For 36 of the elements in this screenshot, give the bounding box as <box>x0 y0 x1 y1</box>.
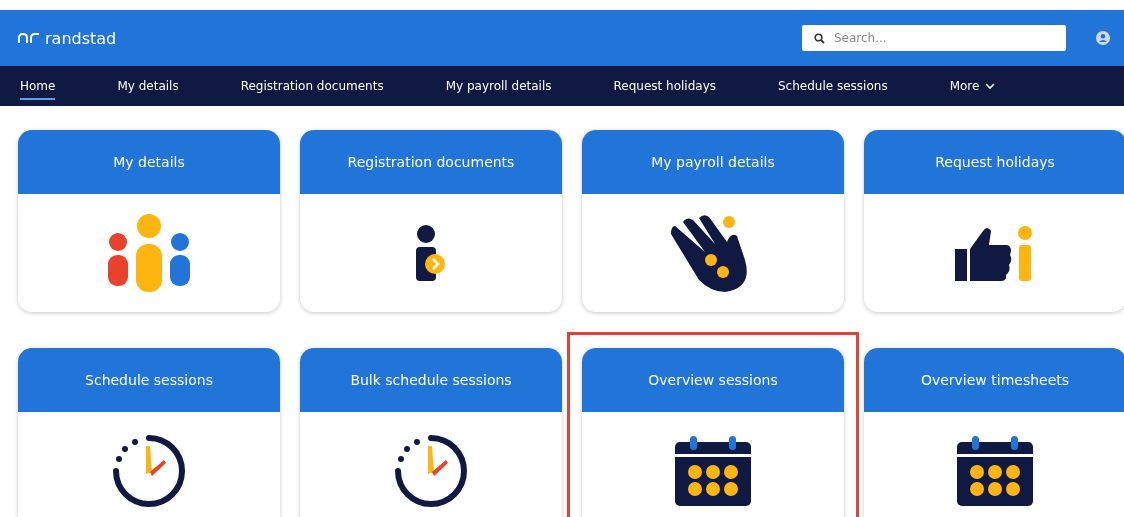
calendar-icon <box>957 436 1033 506</box>
tile-title: My payroll details <box>582 130 844 194</box>
nav-tab[interactable]: My details <box>117 72 179 100</box>
tile-title: My details <box>18 130 280 194</box>
tile-card[interactable]: Overview timesheets <box>864 348 1124 517</box>
nav-tab[interactable]: Schedule sessions <box>778 72 888 100</box>
nav-tab[interactable]: Request holidays <box>613 72 716 100</box>
search-field[interactable]: Search... <box>802 25 1066 51</box>
thumbs-up-icon <box>955 225 1035 281</box>
tile-card[interactable]: Request holidays <box>864 130 1124 312</box>
tile-title: Schedule sessions <box>18 348 280 412</box>
avatar-icon[interactable] <box>1096 31 1110 45</box>
logo-text: randstad <box>45 28 117 48</box>
nav-tab[interactable]: More <box>949 72 996 100</box>
clock-icon <box>392 432 470 510</box>
tile-card[interactable]: Registration documents <box>300 130 562 312</box>
tile-card[interactable]: Schedule sessions <box>18 348 280 517</box>
clock-icon <box>110 432 188 510</box>
chevron-down-icon <box>985 82 996 89</box>
tile-title: Registration documents <box>300 130 562 194</box>
tile-title: Overview sessions <box>582 348 844 412</box>
nav-tab[interactable]: Home <box>20 72 56 100</box>
tile-card[interactable]: Bulk schedule sessions <box>300 348 562 517</box>
logo[interactable]: randstad <box>18 28 117 48</box>
tile-card[interactable]: My details <box>18 130 280 312</box>
nav-tab[interactable]: Registration documents <box>240 72 384 100</box>
people-icon <box>106 214 192 292</box>
calendar-icon <box>675 436 751 506</box>
tile-card[interactable]: My payroll details <box>582 130 844 312</box>
nav-tab[interactable]: My payroll details <box>445 72 552 100</box>
tile-title: Request holidays <box>864 130 1124 194</box>
logo-icon <box>18 32 40 44</box>
tile-title: Overview timesheets <box>864 348 1124 412</box>
person-icon <box>416 225 446 281</box>
tile-title: Bulk schedule sessions <box>300 348 562 412</box>
tile-card[interactable]: Overview sessions <box>582 348 844 517</box>
